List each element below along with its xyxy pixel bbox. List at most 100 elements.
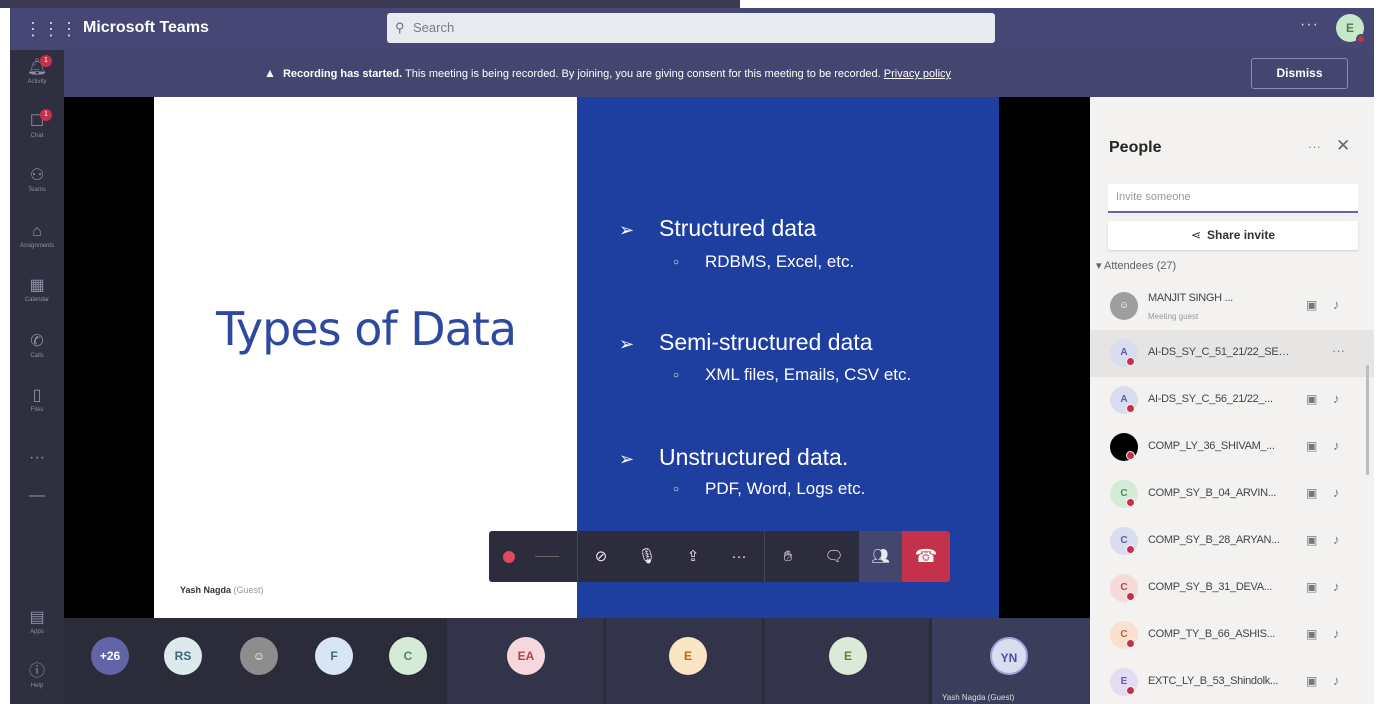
rail-item-calendar[interactable]: ▦ Calendar [10,270,64,316]
circle-bullet-icon: ○ [673,370,680,382]
search-placeholder: Search [413,20,455,35]
invite-input[interactable]: Invite someone [1108,184,1358,213]
recording-indicator-icon [503,551,515,563]
sub-bullet-text: RDBMS, Excel, etc. [705,252,855,271]
avatar: YN [990,637,1028,675]
avatar[interactable]: F [315,637,353,675]
bullet-text: Structured data [659,215,817,241]
scrollbar[interactable] [1366,365,1369,475]
slide-bullet: ➢ Unstructured data. [619,444,848,471]
status-dot [1126,639,1135,648]
avatar[interactable]: C [389,637,427,675]
mic-off-icon[interactable]: 🎙︎ [628,531,666,582]
recording-message: ▲ Recording has started. This meeting is… [264,66,951,80]
arrow-bullet-icon: ➢ [619,449,635,469]
privacy-policy-link[interactable]: Privacy policy [884,68,951,80]
avatar[interactable]: RS [164,637,202,675]
circle-bullet-icon: ○ [673,257,680,269]
avatar-initial: C [1120,629,1128,640]
app-launcher-icon[interactable]: ⋮⋮⋮ [24,18,78,40]
rail-label: Calendar [24,297,50,303]
search-input[interactable]: ⚲ Search [387,13,995,43]
person-name: AI-DS_SY_C_56_21/22_... [1148,393,1273,405]
mic-off-icon: ♪ [1333,579,1340,594]
presenter-name: Yash Nagda [180,585,232,595]
avatar-initial: E [1345,21,1354,35]
rail-item-activity[interactable]: 🔔︎ Activity 1 [10,52,64,98]
camera-off-icon: ▣ [1306,627,1318,641]
list-item[interactable]: C COMP_SY_B_31_DEVA... ▣ ♪ [1090,565,1374,612]
more-options-icon[interactable]: ··· [1332,343,1345,358]
list-item[interactable]: C COMP_TY_B_66_ASHIS... ▣ ♪ [1090,612,1374,659]
recording-bold: Recording has started. [282,68,403,80]
avatar-initial: A [1120,394,1128,405]
apps-icon: ▤ [29,609,45,626]
person-name: MANJIT SINGH ... [1148,292,1233,304]
attendees-header[interactable]: ▾ Attendees (27) [1096,259,1176,272]
status-dot [1356,34,1366,44]
avatar: A [1110,339,1138,367]
overflow-count[interactable]: +26 [91,637,129,675]
share-icon: ⋖ [1190,228,1202,242]
status-dot [1126,498,1135,507]
raise-hand-icon[interactable]: ✋︎ [769,531,807,582]
person-icon: ☺ [1110,292,1138,320]
assignments-icon: ⌂ [32,223,42,240]
presenter-tile-label: Yash Nagda (Guest) [942,693,1015,702]
share-screen-icon[interactable]: ⇪ [674,531,712,582]
close-icon[interactable]: ✕ [1336,136,1350,156]
rail-label: Activity [27,79,47,85]
rail-item-files[interactable]: ▯ Files [10,380,64,426]
person-name: EXTC_LY_B_53_Shindolk... [1148,675,1279,687]
avatar-initial: E [1120,676,1128,687]
mic-off-icon: ♪ [1333,626,1340,641]
list-item[interactable]: E EXTC_LY_B_53_Shindolk... ▣ ♪ [1090,659,1374,704]
rail-item-apps[interactable]: ▤ Apps [10,602,64,648]
list-item[interactable]: ☺ MANJIT SINGH ... Meeting guest ▣ ♪ [1090,283,1374,330]
people-title: People [1109,139,1162,156]
window-frame-top [0,0,740,8]
participants-icon[interactable]: 👥︎ [859,531,902,582]
rail-label: Teams [28,187,46,193]
person-icon[interactable]: ☺ [240,637,278,675]
list-item[interactable]: C COMP_SY_B_28_ARYAN... ▣ ♪ [1090,518,1374,565]
mic-off-icon: ♪ [1333,532,1340,547]
more-options-icon[interactable]: ··· [1308,139,1321,154]
chat-icon[interactable]: 🗨︎ [815,531,853,582]
list-item[interactable]: COMP_LY_36_SHIVAM_... ▣ ♪ [1090,424,1374,471]
bell-icon: 🔔︎ [26,59,48,76]
rail-divider: — [10,480,64,504]
dismiss-button[interactable]: Dismiss [1251,58,1348,89]
mic-off-icon: ♪ [1333,391,1340,406]
mic-off-icon: ♪ [1333,673,1340,688]
more-actions-icon[interactable]: ··· [720,531,758,582]
avatar: A [1110,386,1138,414]
list-item[interactable]: A AI-DS_SY_C_56_21/22_... ▣ ♪ [1090,377,1374,424]
list-item[interactable]: C COMP_SY_B_04_ARVIN... ▣ ♪ [1090,471,1374,518]
app-name: Microsoft Teams [83,19,209,36]
notification-badge: 1 [40,55,52,67]
rail-item-teams[interactable]: ⚇ Teams [10,160,64,206]
rail-more[interactable]: ··· [10,442,64,472]
rail-item-chat[interactable]: ☐ Chat 1 [10,106,64,152]
list-item[interactable]: A AI-DS_SY_C_51_21/22_SENIALI... ··· [1090,330,1374,377]
call-controls: ⊘ 🎙︎ ⇪ ··· ✋︎ 🗨︎ 👥︎ ☎︎ [489,531,950,582]
share-invite-button[interactable]: ⋖ Share invite [1108,221,1358,250]
avatar[interactable]: E [1336,14,1366,44]
rail-item-assignments[interactable]: ⌂ Assignments [10,216,64,262]
camera-off-icon[interactable]: ⊘ [582,531,620,582]
chevron-down-icon: ▾ [1096,260,1102,272]
rail-item-calls[interactable]: ✆ Calls [10,326,64,372]
recording-banner: ▲ Recording has started. This meeting is… [64,50,1374,97]
bullet-text: Unstructured data. [659,444,849,470]
slide-bullet: ➢ Structured data [619,215,816,242]
hang-up-icon[interactable]: ☎︎ [902,531,950,582]
avatar-initial: C [1120,582,1128,593]
camera-off-icon: ▣ [1306,533,1318,547]
rail-item-help[interactable]: ⓘ Help [10,656,64,702]
search-icon: ⚲ [395,20,405,35]
rail-label: Help [30,683,44,689]
avatar-initial: A [1120,347,1128,358]
more-options-icon[interactable]: ··· [1300,16,1319,34]
avatar: E [669,637,707,675]
